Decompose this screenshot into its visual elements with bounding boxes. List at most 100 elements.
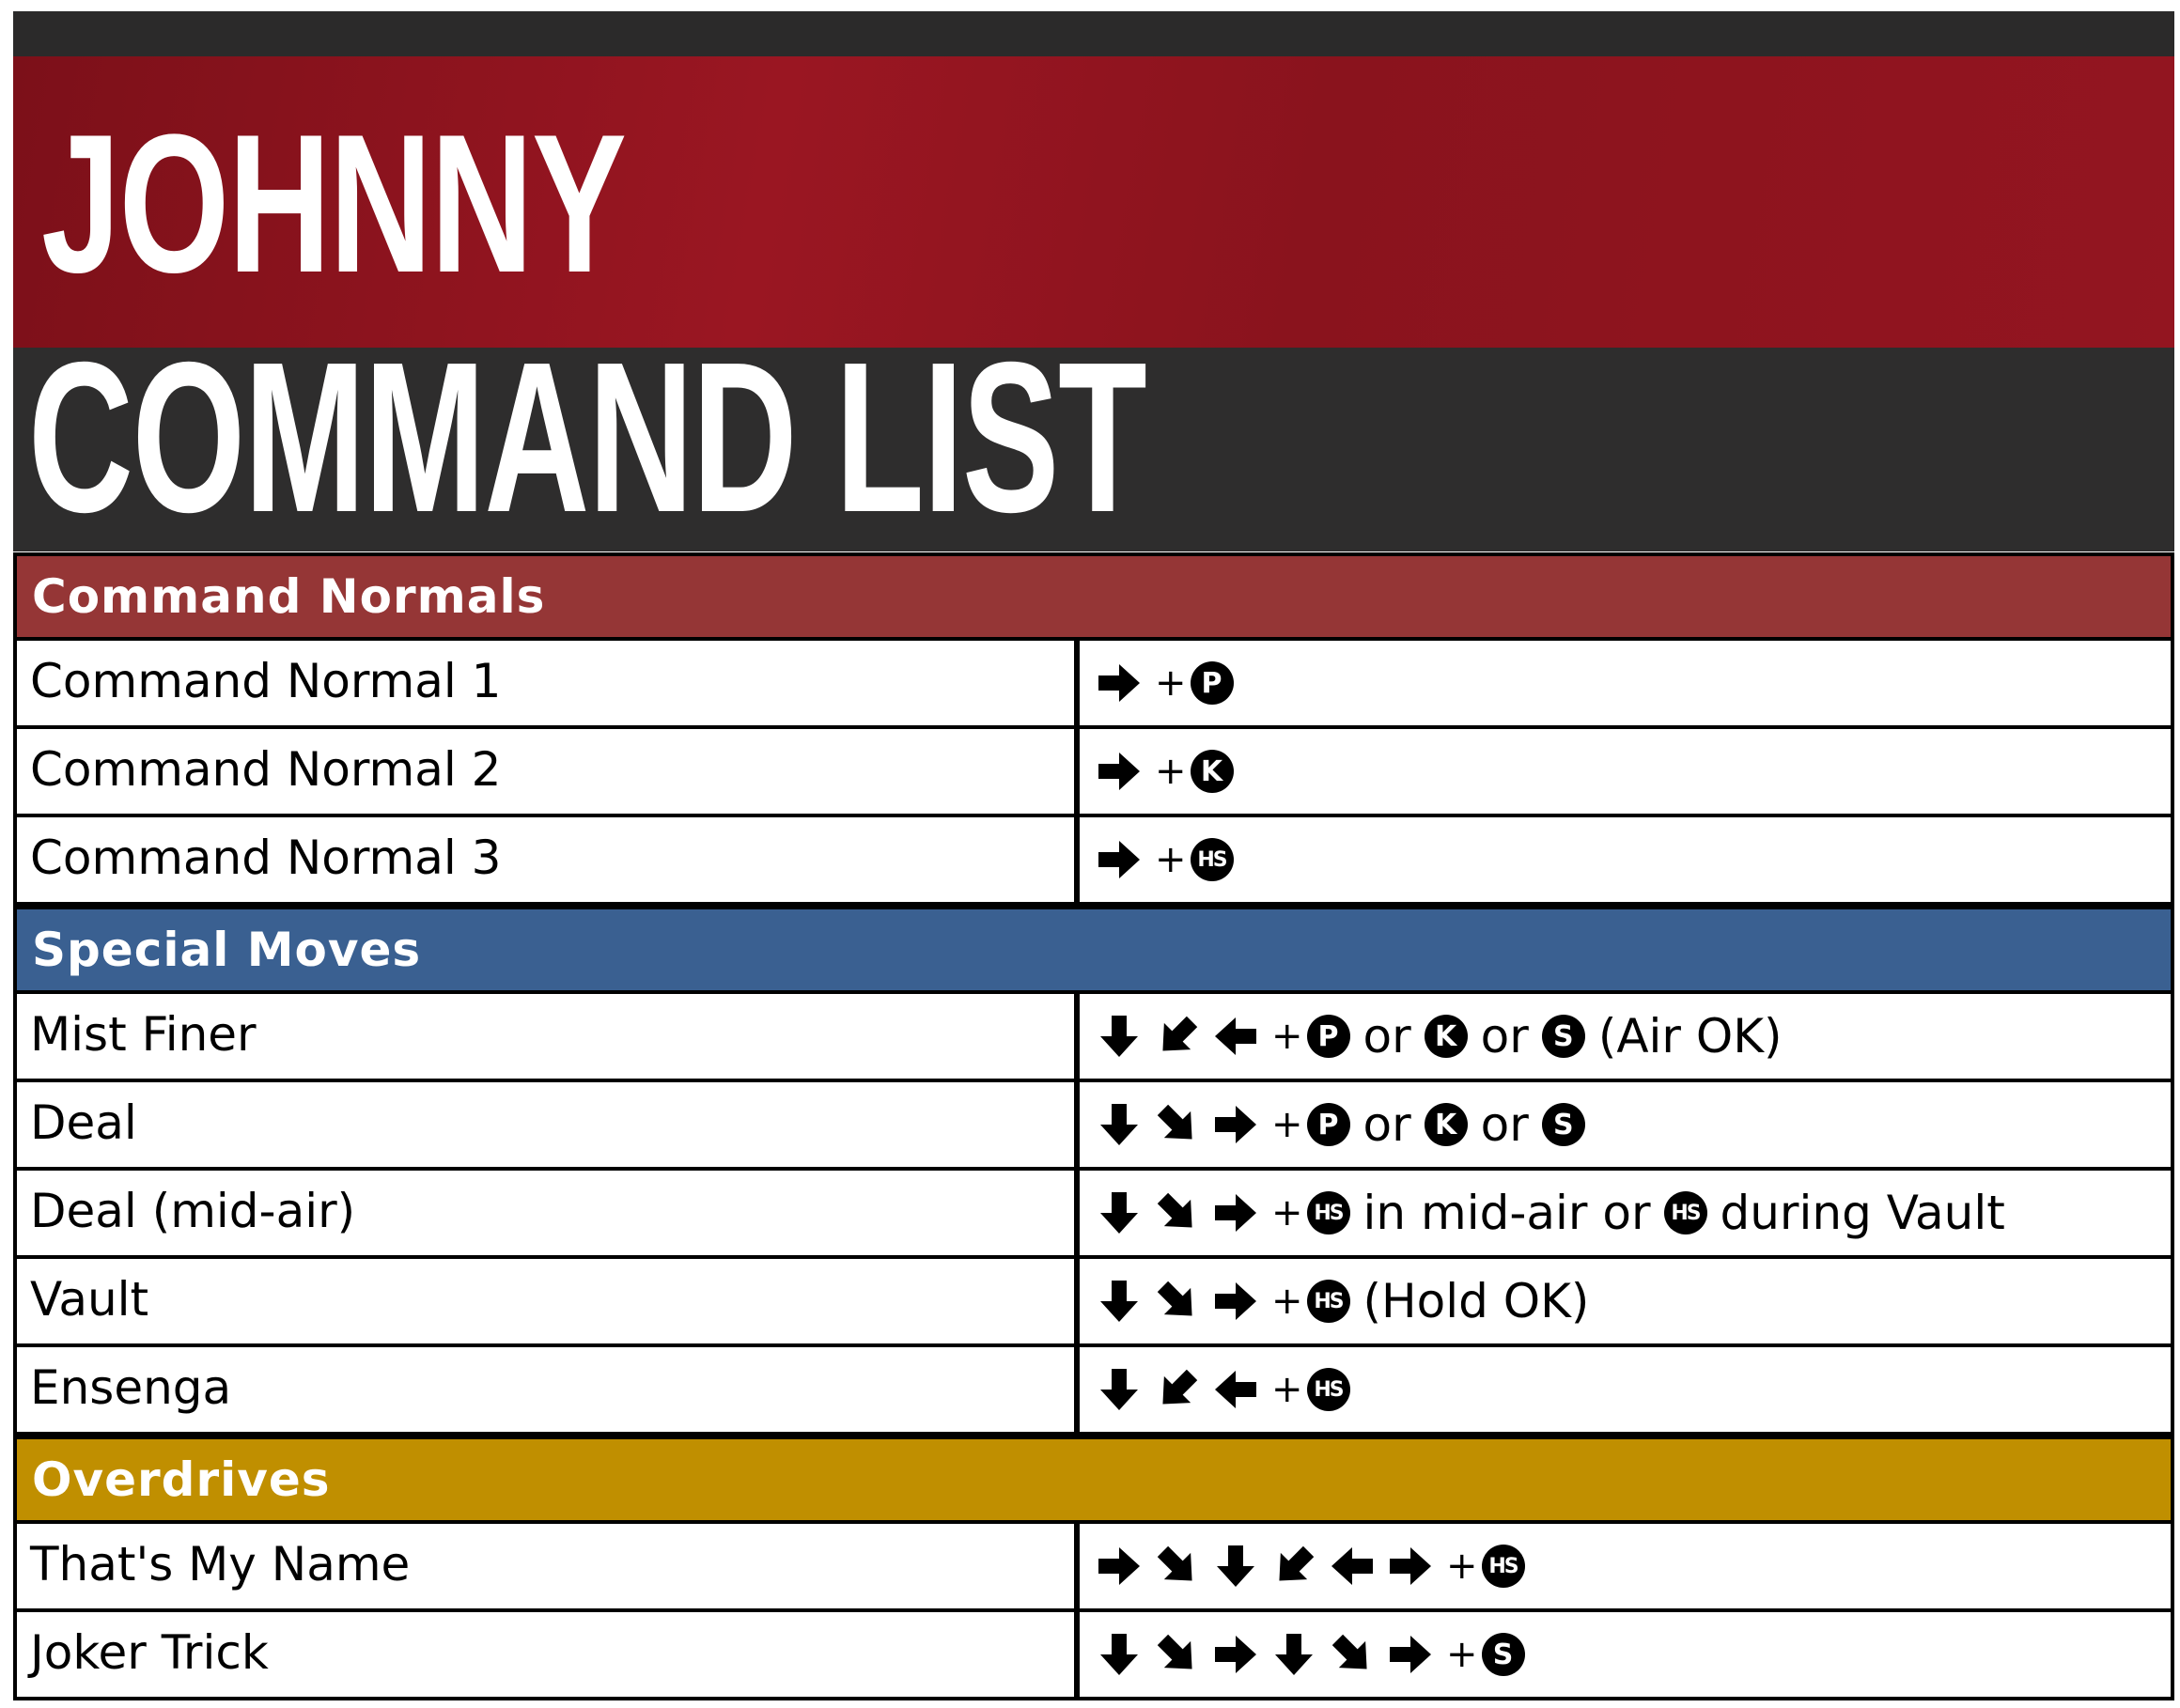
arrow-down-right-icon <box>1328 1630 1377 1679</box>
arrow-down-icon <box>1095 1100 1144 1149</box>
arrow-right-icon <box>1211 1277 1260 1326</box>
move-name: Command Normal 3 <box>17 817 1080 902</box>
button-k-icon: K <box>1424 1103 1468 1146</box>
button-hs-icon: HS <box>1306 1368 1350 1411</box>
arrow-left-icon <box>1211 1012 1260 1061</box>
input-text: during Vault <box>1720 1186 2005 1240</box>
arrow-down-right-icon <box>1153 1630 1202 1679</box>
move-name: Vault <box>17 1259 1080 1343</box>
arrow-right-icon <box>1211 1188 1260 1237</box>
move-name: Command Normal 2 <box>17 729 1080 814</box>
plus-sign: + <box>1446 1545 1478 1588</box>
character-name: JOHNNY <box>41 93 627 314</box>
arrow-down-left-icon <box>1153 1012 1202 1061</box>
move-input: + HS in mid-air or HS during Vault <box>1080 1171 2171 1255</box>
arrow-right-icon <box>1095 747 1144 796</box>
move-row: Mist Finer + Por Kor S (Air OK) <box>13 990 2174 1082</box>
button-hs-icon: HS <box>1306 1280 1350 1323</box>
plus-sign: + <box>1446 1633 1478 1676</box>
move-row: Command Normal 2 + K <box>13 725 2174 817</box>
arrow-down-right-icon <box>1153 1542 1202 1591</box>
move-row: Deal + Por Kor S <box>13 1079 2174 1171</box>
input-text: (Air OK) <box>1597 1009 1783 1064</box>
arrow-down-icon <box>1269 1630 1318 1679</box>
move-name: That's My Name <box>17 1524 1080 1608</box>
button-p-icon: P <box>1306 1103 1350 1146</box>
button-s-icon: S <box>1541 1103 1585 1146</box>
move-name: Ensenga <box>17 1347 1080 1432</box>
section-header-special-moves: Special Moves <box>13 906 2174 994</box>
input-text: or <box>1480 1097 1529 1152</box>
arrow-right-icon <box>1095 1542 1144 1591</box>
header-top-bar <box>13 11 2174 56</box>
button-hs-icon: HS <box>1306 1191 1350 1234</box>
arrow-right-icon <box>1095 835 1144 884</box>
input-text: or <box>1362 1097 1411 1152</box>
move-input: + P <box>1080 641 2171 725</box>
section-header-overdrives: Overdrives <box>13 1436 2174 1524</box>
arrow-down-right-icon <box>1153 1277 1202 1326</box>
arrow-right-icon <box>1211 1100 1260 1149</box>
command-list-card: JOHNNY COMMAND LIST Command Normals Comma… <box>13 11 2174 1702</box>
move-row: Ensenga + HS <box>13 1343 2174 1436</box>
move-row: Command Normal 3 + HS <box>13 814 2174 906</box>
arrow-down-icon <box>1095 1012 1144 1061</box>
plus-sign: + <box>1271 1103 1303 1146</box>
move-name: Command Normal 1 <box>17 641 1080 725</box>
move-row: Deal (mid-air) + HS in mid-air or HS during V… <box>13 1167 2174 1259</box>
button-hs-icon: HS <box>1481 1545 1525 1588</box>
button-k-icon: K <box>1424 1015 1468 1058</box>
arrow-down-left-icon <box>1153 1365 1202 1414</box>
plus-sign: + <box>1271 1368 1303 1411</box>
move-row: Joker Trick + S <box>13 1608 2174 1700</box>
move-input: + HS <box>1080 1347 2171 1432</box>
move-input: + HS <box>1080 1524 2171 1608</box>
arrow-down-right-icon <box>1153 1188 1202 1237</box>
arrow-right-icon <box>1095 659 1144 707</box>
move-name: Mist Finer <box>17 994 1080 1079</box>
plus-sign: + <box>1271 1015 1303 1058</box>
plus-sign: + <box>1271 1280 1303 1323</box>
input-text: (Hold OK) <box>1362 1274 1590 1328</box>
arrow-right-icon <box>1211 1630 1260 1679</box>
move-input: + K <box>1080 729 2171 814</box>
button-p-icon: P <box>1190 661 1234 705</box>
arrow-right-icon <box>1386 1542 1435 1591</box>
button-k-icon: K <box>1190 750 1234 793</box>
input-text: in mid-air or <box>1362 1186 1651 1240</box>
arrow-down-right-icon <box>1153 1100 1202 1149</box>
move-input: + Por Kor S <box>1080 1082 2171 1167</box>
arrow-down-icon <box>1095 1188 1144 1237</box>
move-input: + HS (Hold OK) <box>1080 1259 2171 1343</box>
move-row: Command Normal 1 + P <box>13 637 2174 729</box>
move-row: That's My Name + HS <box>13 1520 2174 1612</box>
section-header-command-normals: Command Normals <box>13 552 2174 641</box>
input-text: or <box>1480 1009 1529 1064</box>
button-s-icon: S <box>1541 1015 1585 1058</box>
move-row: Vault + HS (Hold OK) <box>13 1255 2174 1347</box>
button-s-icon: S <box>1481 1633 1525 1676</box>
page-title: COMMAND LIST <box>28 318 1147 557</box>
input-text: or <box>1362 1009 1411 1064</box>
move-name: Joker Trick <box>17 1612 1080 1697</box>
move-name: Deal (mid-air) <box>17 1171 1080 1255</box>
button-hs-icon: HS <box>1663 1191 1707 1234</box>
move-input: + S <box>1080 1612 2171 1697</box>
arrow-down-left-icon <box>1269 1542 1318 1591</box>
arrow-right-icon <box>1386 1630 1435 1679</box>
plus-sign: + <box>1155 750 1187 793</box>
move-name: Deal <box>17 1082 1080 1167</box>
button-hs-icon: HS <box>1190 838 1234 881</box>
arrow-down-icon <box>1095 1365 1144 1414</box>
move-input: + Por Kor S (Air OK) <box>1080 994 2171 1079</box>
move-input: + HS <box>1080 817 2171 902</box>
arrow-down-icon <box>1211 1542 1260 1591</box>
arrow-down-icon <box>1095 1630 1144 1679</box>
button-p-icon: P <box>1306 1015 1350 1058</box>
arrow-left-icon <box>1211 1365 1260 1414</box>
plus-sign: + <box>1271 1191 1303 1234</box>
arrow-down-icon <box>1095 1277 1144 1326</box>
plus-sign: + <box>1155 838 1187 881</box>
plus-sign: + <box>1155 661 1187 705</box>
arrow-left-icon <box>1328 1542 1377 1591</box>
